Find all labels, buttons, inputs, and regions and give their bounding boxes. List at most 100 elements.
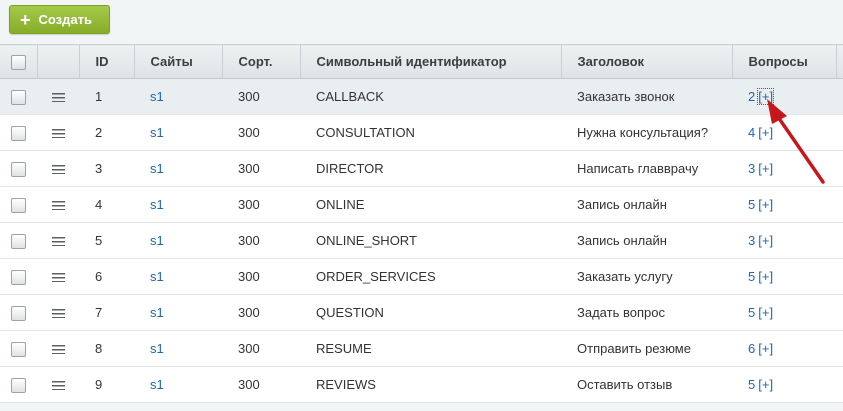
cell-sort: 300 — [222, 114, 300, 151]
cell-title: Нужна консультация? — [561, 114, 732, 151]
row-drag-cell — [37, 186, 79, 223]
row-checkbox[interactable] — [11, 197, 26, 213]
site-link[interactable]: s1 — [150, 233, 164, 248]
drag-handle-icon[interactable] — [51, 201, 65, 211]
row-checkbox[interactable] — [11, 377, 26, 393]
drag-handle-icon[interactable] — [51, 273, 65, 283]
cell-extra — [836, 222, 843, 259]
cell-site: s1 — [134, 150, 222, 187]
row-drag-cell — [37, 150, 79, 187]
cell-questions: 5 [+] — [732, 294, 836, 331]
row-checkbox[interactable] — [11, 233, 26, 249]
table-row[interactable]: 5 s1 300 ONLINE_SHORT Запись онлайн 3 [+] — [0, 222, 843, 259]
cell-id: 9 — [79, 366, 134, 403]
cell-title: Отправить резюме — [561, 330, 732, 367]
row-checkbox[interactable] — [11, 89, 26, 105]
drag-handle-icon[interactable] — [51, 309, 65, 319]
forms-table: ID Сайты Сорт. Символьный идентификатор … — [0, 44, 843, 403]
cell-extra — [836, 186, 843, 223]
table-row[interactable]: 1 s1 300 CALLBACK Заказать звонок 2 [+] — [0, 78, 843, 115]
site-link[interactable]: s1 — [150, 197, 164, 212]
row-checkbox[interactable] — [11, 305, 26, 321]
add-question-link[interactable]: [+] — [758, 269, 773, 284]
drag-handle-icon[interactable] — [51, 165, 65, 175]
site-link[interactable]: s1 — [150, 161, 164, 176]
cell-sort: 300 — [222, 294, 300, 331]
drag-handle-icon[interactable] — [51, 381, 65, 391]
cell-extra — [836, 258, 843, 295]
table-row[interactable]: 7 s1 300 QUESTION Задать вопрос 5 [+] — [0, 294, 843, 331]
site-link[interactable]: s1 — [150, 341, 164, 356]
row-drag-cell — [37, 330, 79, 367]
cell-title: Заказать услугу — [561, 258, 732, 295]
cell-sort: 300 — [222, 366, 300, 403]
column-header-sites[interactable]: Сайты — [134, 44, 223, 79]
cell-site: s1 — [134, 258, 222, 295]
row-drag-cell — [37, 114, 79, 151]
row-checkbox[interactable] — [11, 125, 26, 141]
cell-title: Запись онлайн — [561, 186, 732, 223]
add-question-link[interactable]: [+] — [758, 341, 773, 356]
site-link[interactable]: s1 — [150, 377, 164, 392]
row-drag-cell — [37, 294, 79, 331]
cell-extra — [836, 330, 843, 367]
table-row[interactable]: 9 s1 300 REVIEWS Оставить отзыв 5 [+] — [0, 366, 843, 403]
table-row[interactable]: 8 s1 300 RESUME Отправить резюме 6 [+] — [0, 330, 843, 367]
column-header-sort[interactable]: Сорт. — [222, 44, 301, 79]
site-link[interactable]: s1 — [150, 305, 164, 320]
questions-count-link[interactable]: 2 — [748, 89, 755, 104]
row-drag-cell — [37, 366, 79, 403]
select-all-checkbox[interactable] — [10, 54, 26, 70]
site-link[interactable]: s1 — [150, 269, 164, 284]
column-header-code[interactable]: Символьный идентификатор — [300, 44, 562, 79]
cell-code: ORDER_SERVICES — [300, 258, 561, 295]
cell-site: s1 — [134, 186, 222, 223]
drag-handle-icon[interactable] — [51, 345, 65, 355]
questions-count-link[interactable]: 5 — [748, 197, 755, 212]
add-question-link[interactable]: [+] — [758, 125, 773, 140]
questions-count-link[interactable]: 5 — [748, 377, 755, 392]
table-row[interactable]: 4 s1 300 ONLINE Запись онлайн 5 [+] — [0, 186, 843, 223]
cell-questions: 5 [+] — [732, 258, 836, 295]
row-select-cell — [0, 294, 37, 331]
create-button[interactable]: + Создать — [9, 5, 110, 34]
cell-code: CALLBACK — [300, 78, 561, 115]
site-link[interactable]: s1 — [150, 89, 164, 104]
add-question-link[interactable]: [+] — [758, 377, 773, 392]
site-link[interactable]: s1 — [150, 125, 164, 140]
select-all-header — [0, 44, 38, 79]
cell-sort: 300 — [222, 150, 300, 187]
questions-count-link[interactable]: 3 — [748, 233, 755, 248]
questions-count-link[interactable]: 6 — [748, 341, 755, 356]
add-question-link[interactable]: [+] — [758, 305, 773, 320]
cell-questions: 3 [+] — [732, 222, 836, 259]
drag-handle-icon[interactable] — [51, 237, 65, 247]
cell-sort: 300 — [222, 222, 300, 259]
questions-count-link[interactable]: 3 — [748, 161, 755, 176]
row-drag-cell — [37, 258, 79, 295]
cell-code: QUESTION — [300, 294, 561, 331]
drag-handle-icon[interactable] — [51, 129, 65, 139]
add-question-link[interactable]: [+] — [758, 161, 773, 176]
column-header-title[interactable]: Заголовок — [561, 44, 733, 79]
row-select-cell — [0, 222, 37, 259]
questions-count-link[interactable]: 5 — [748, 305, 755, 320]
cell-code: CONSULTATION — [300, 114, 561, 151]
add-question-link[interactable]: [+] — [758, 197, 773, 212]
row-checkbox[interactable] — [11, 341, 26, 357]
row-checkbox[interactable] — [11, 269, 26, 285]
column-header-id[interactable]: ID — [79, 44, 135, 79]
cell-id: 6 — [79, 258, 134, 295]
table-row[interactable]: 3 s1 300 DIRECTOR Написать главврачу 3 [+] — [0, 150, 843, 187]
column-header-extra — [836, 44, 843, 79]
row-checkbox[interactable] — [11, 161, 26, 177]
add-question-link[interactable]: [+] — [757, 88, 775, 105]
cell-site: s1 — [134, 222, 222, 259]
column-header-questions[interactable]: Вопросы — [732, 44, 837, 79]
table-row[interactable]: 2 s1 300 CONSULTATION Нужна консультация? 4 [+… — [0, 114, 843, 151]
questions-count-link[interactable]: 5 — [748, 269, 755, 284]
add-question-link[interactable]: [+] — [758, 233, 773, 248]
table-row[interactable]: 6 s1 300 ORDER_SERVICES Заказать услугу 5 [+] — [0, 258, 843, 295]
questions-count-link[interactable]: 4 — [748, 125, 755, 140]
drag-handle-icon[interactable] — [51, 93, 65, 103]
